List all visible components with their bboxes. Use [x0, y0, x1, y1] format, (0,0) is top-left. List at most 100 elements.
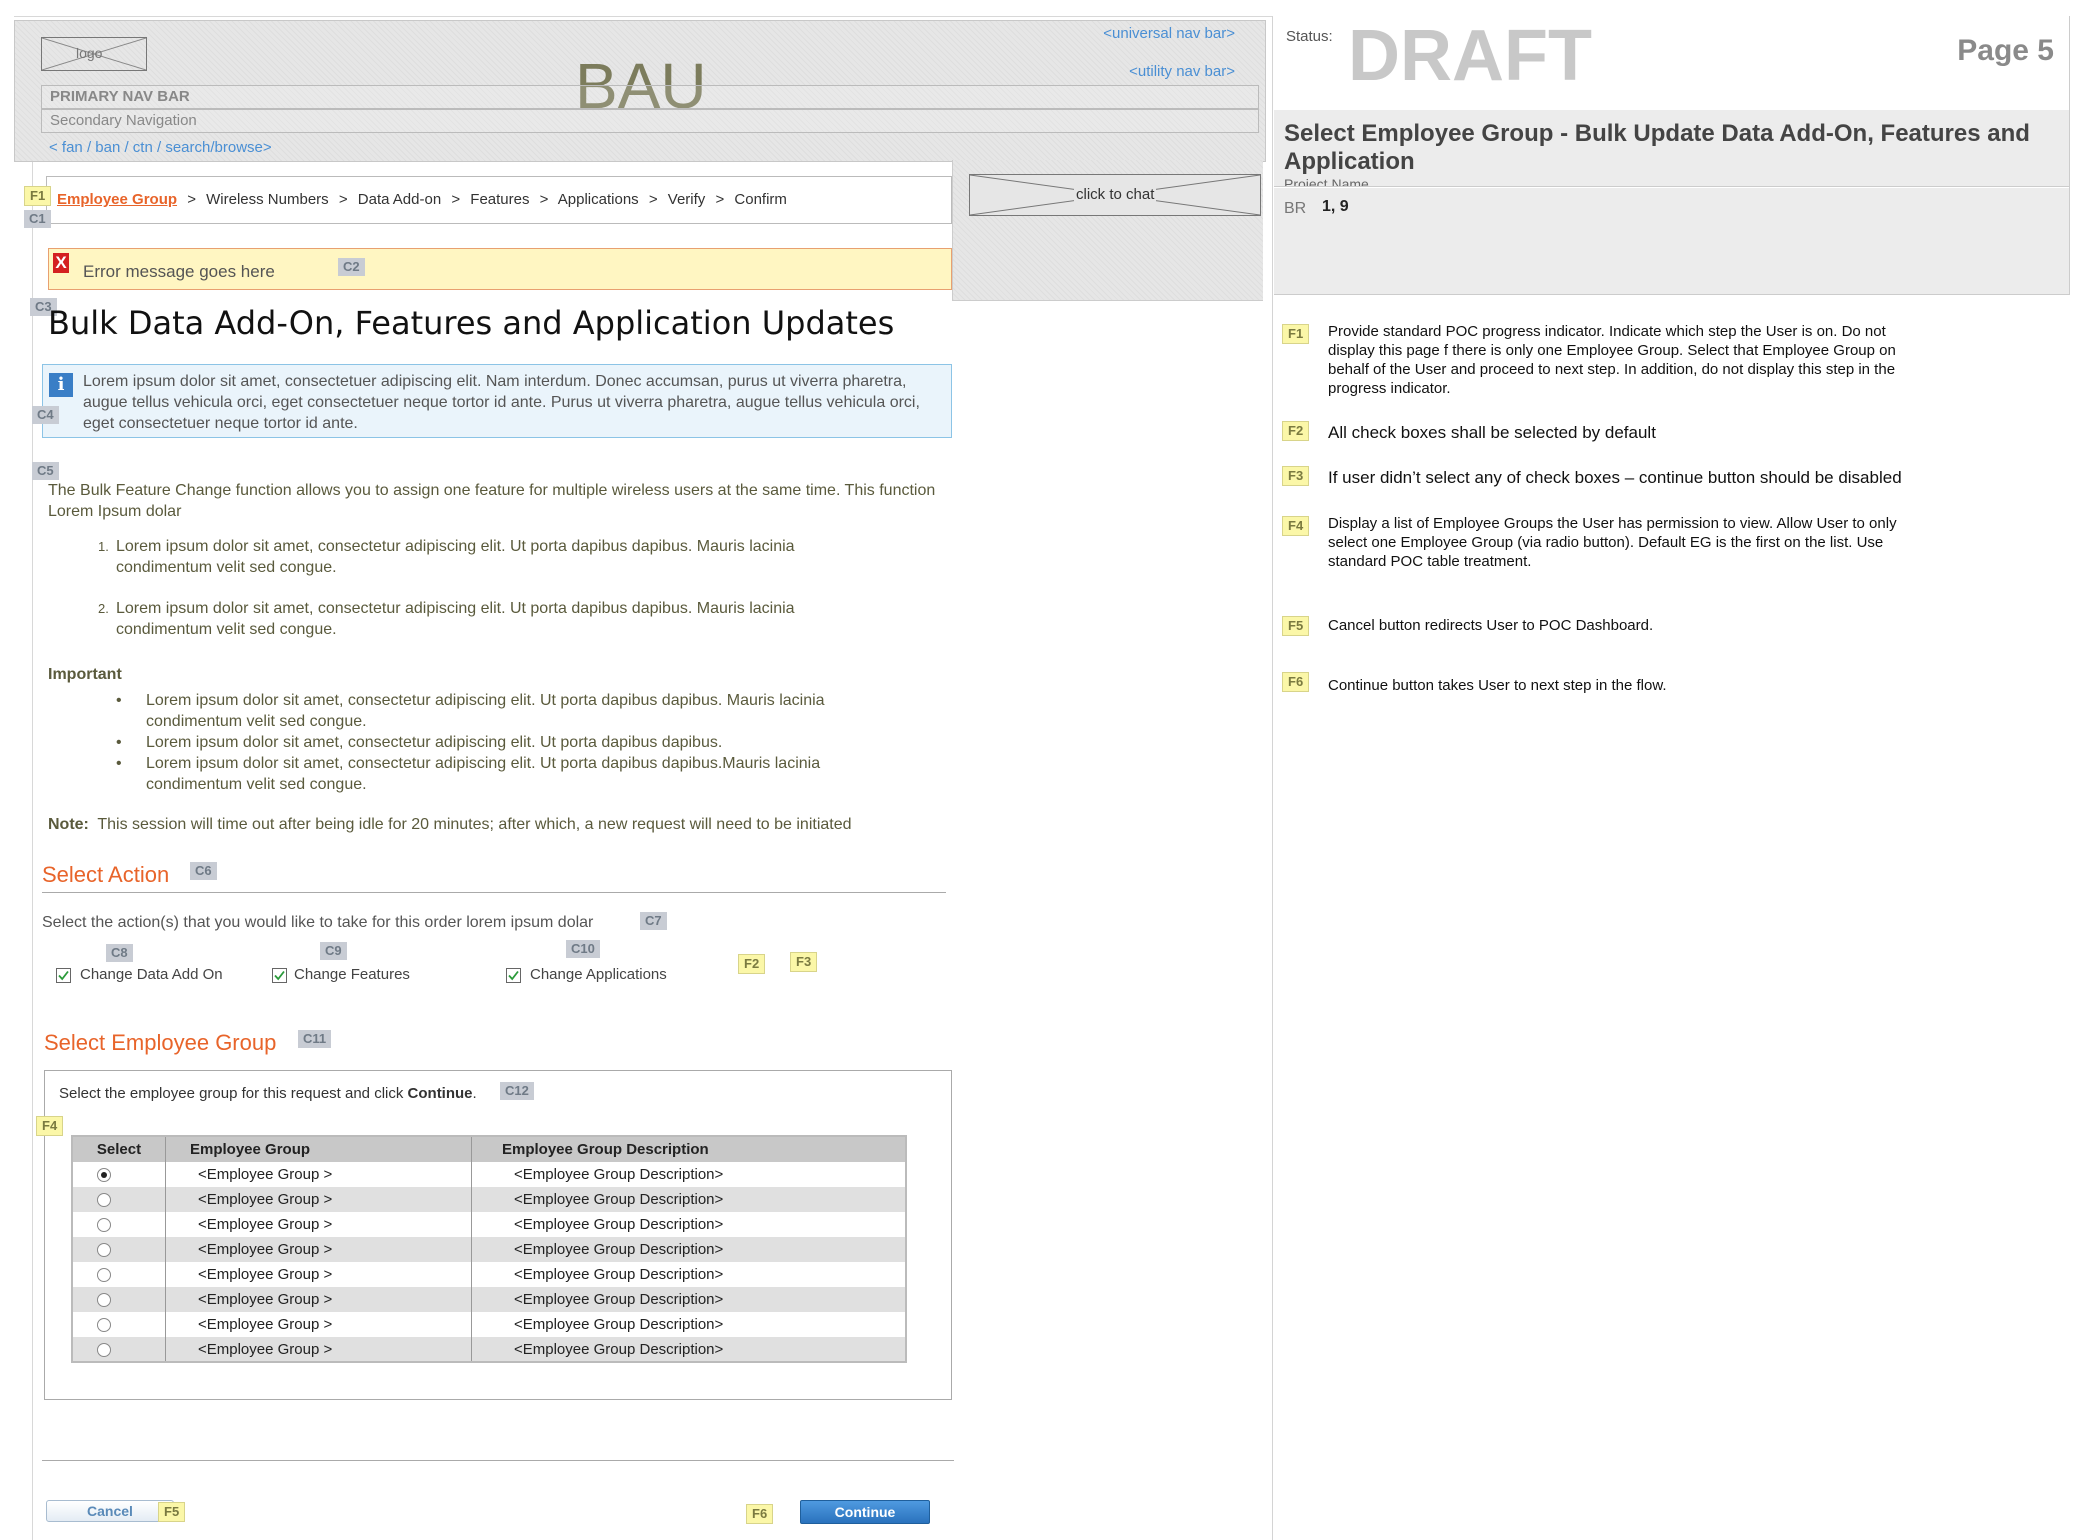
primary-nav-bar[interactable]: PRIMARY NAV BAR — [41, 85, 1259, 109]
employee-group-radio[interactable] — [97, 1343, 111, 1357]
table-row[interactable]: <Employee Group > <Employee Group Descrip… — [72, 1287, 906, 1312]
spec-br-block: BR 1, 9 — [1274, 188, 2070, 295]
select-cell — [72, 1212, 166, 1237]
instruction-bold: Continue — [407, 1085, 473, 1102]
table-row[interactable]: <Employee Group > <Employee Group Descrip… — [72, 1187, 906, 1212]
page-top-border — [14, 16, 1272, 17]
tag-c11: C11 — [298, 1030, 332, 1048]
spec-header: Status: DRAFT Page 5 — [1274, 16, 2070, 111]
secondary-nav-label: Secondary Navigation — [50, 112, 197, 129]
breadcrumb-step-employee-group[interactable]: Employee Group — [57, 191, 177, 208]
breadcrumb-step-data-add-on: Data Add-on — [357, 191, 442, 208]
secondary-nav-bar[interactable]: Secondary Navigation — [41, 109, 1259, 133]
employee-group-radio[interactable] — [97, 1243, 111, 1257]
error-message-box: X Error message goes here — [48, 248, 952, 290]
table-row[interactable]: <Employee Group > <Employee Group Descrip… — [72, 1262, 906, 1287]
table-row[interactable]: <Employee Group > <Employee Group Descrip… — [72, 1337, 906, 1362]
numbered-item-1: 1. Lorem ipsum dolor sit amet, consectet… — [98, 536, 860, 578]
employee-group-cell: <Employee Group > — [165, 1337, 472, 1362]
breadcrumb-step-applications: Applications — [557, 191, 639, 208]
table-header-row: Select Employee Group Employee Group Des… — [72, 1136, 906, 1162]
checkbox-change-applications[interactable] — [506, 968, 521, 983]
tag-f6: F6 — [746, 1504, 774, 1524]
tag-f5: F5 — [158, 1502, 186, 1522]
tertiary-links[interactable]: < fan / ban / ctn / search/browse> — [49, 139, 272, 156]
column-header-employee-group: Employee Group — [165, 1136, 472, 1162]
continue-button[interactable]: Continue — [800, 1500, 930, 1524]
utility-nav-bar[interactable]: <utility nav bar> — [1129, 63, 1235, 80]
select-cell — [72, 1162, 166, 1187]
note-f4-text: Display a list of Employee Groups the Us… — [1328, 515, 1897, 570]
tag-c9: C9 — [320, 942, 347, 960]
employee-group-radio[interactable] — [97, 1193, 111, 1207]
breadcrumb-step-features: Features — [470, 191, 530, 208]
employee-group-radio[interactable] — [97, 1318, 111, 1332]
bullet: • — [116, 755, 122, 772]
numbered-item-text: Lorem ipsum dolor sit amet, consectetur … — [116, 538, 795, 576]
page-number: Page 5 — [1957, 34, 2054, 67]
bullet-text: Lorem ipsum dolor sit amet, consectetur … — [146, 734, 723, 751]
info-box: i Lorem ipsum dolor sit amet, consectetu… — [42, 364, 952, 438]
select-cell — [72, 1187, 166, 1212]
checkbox-change-data-add-on[interactable] — [56, 968, 71, 983]
breadcrumb-separator: > — [715, 191, 725, 208]
note-tag-f6: F6 — [1282, 672, 1310, 692]
note-tag-f5: F5 — [1282, 616, 1310, 636]
column-header-select: Select — [72, 1136, 166, 1162]
number-2: 2. — [98, 601, 109, 616]
note-f2-text: All check boxes shall be selected by def… — [1328, 423, 1656, 442]
breadcrumb-step-wireless-numbers: Wireless Numbers — [206, 191, 329, 208]
spec-title-block: Select Employee Group - Bulk Update Data… — [1274, 110, 2070, 187]
breadcrumb-steps: Employee Group > Wireless Numbers > Data… — [57, 191, 787, 208]
select-cell — [72, 1287, 166, 1312]
click-to-chat-label: click to chat — [1074, 186, 1157, 203]
number-1: 1. — [98, 539, 109, 554]
click-to-chat-button[interactable]: click to chat — [969, 174, 1261, 216]
logo-placeholder[interactable]: logo — [41, 37, 147, 71]
status-label: Status: — [1286, 28, 1333, 45]
tag-c1: C1 — [24, 210, 51, 228]
table-row[interactable]: <Employee Group > <Employee Group Descrip… — [72, 1312, 906, 1337]
numbered-item-text: Lorem ipsum dolor sit amet, consectetur … — [116, 600, 795, 638]
table-row[interactable]: <Employee Group > <Employee Group Descrip… — [72, 1212, 906, 1237]
employee-group-radio[interactable] — [97, 1268, 111, 1282]
status-value: DRAFT — [1348, 16, 1592, 96]
employee-group-description-cell: <Employee Group Description> — [514, 1340, 724, 1358]
employee-group-description-cell: <Employee Group Description> — [514, 1291, 724, 1308]
cancel-button[interactable]: Cancel — [46, 1500, 174, 1522]
select-cell — [72, 1337, 166, 1362]
employee-group-cell: <Employee Group > — [165, 1187, 472, 1212]
employee-group-cell: <Employee Group > — [165, 1287, 472, 1312]
tag-c4: C4 — [32, 406, 59, 424]
bullet-item-2: • Lorem ipsum dolor sit amet, consectetu… — [116, 732, 906, 753]
employee-group-radio[interactable] — [97, 1293, 111, 1307]
note-tag-f3: F3 — [1282, 466, 1310, 486]
info-text: Lorem ipsum dolor sit amet, consectetuer… — [83, 373, 920, 432]
note-tag-f1: F1 — [1282, 324, 1310, 344]
breadcrumb-separator: > — [539, 191, 549, 208]
select-action-divider — [42, 892, 946, 893]
project-name: Project Name — [1284, 176, 1369, 187]
table-row[interactable]: <Employee Group > <Employee Group Descrip… — [72, 1162, 906, 1187]
employee-group-description-cell: <Employee Group Description> — [514, 1191, 724, 1208]
universal-nav-bar[interactable]: <universal nav bar> — [1103, 25, 1235, 42]
employee-group-description-cell: <Employee Group Description> — [514, 1216, 724, 1233]
breadcrumb-step-confirm: Confirm — [734, 191, 787, 208]
primary-nav-label: PRIMARY NAV BAR — [50, 88, 190, 105]
spec-title: Select Employee Group - Bulk Update Data… — [1284, 120, 2030, 175]
tag-f3: F3 — [790, 952, 818, 972]
column-header-description: Employee Group Description — [502, 1141, 709, 1158]
tag-f1: F1 — [24, 186, 52, 206]
employee-group-radio[interactable] — [97, 1168, 111, 1182]
footer-divider — [42, 1460, 954, 1461]
employee-group-radio[interactable] — [97, 1218, 111, 1232]
global-header: logo <universal nav bar> <utility nav ba… — [14, 20, 1266, 162]
table-row[interactable]: <Employee Group > <Employee Group Descrip… — [72, 1237, 906, 1262]
employee-group-panel: Select the employee group for this reque… — [44, 1070, 952, 1400]
numbered-item-2: 2. Lorem ipsum dolor sit amet, consectet… — [98, 598, 860, 640]
select-cell — [72, 1312, 166, 1337]
checkbox-change-features[interactable] — [272, 968, 287, 983]
page-left-border — [32, 160, 33, 1540]
employee-group-description-cell: <Employee Group Description> — [514, 1316, 724, 1333]
bullet-item-1: • Lorem ipsum dolor sit amet, consectetu… — [116, 690, 906, 732]
